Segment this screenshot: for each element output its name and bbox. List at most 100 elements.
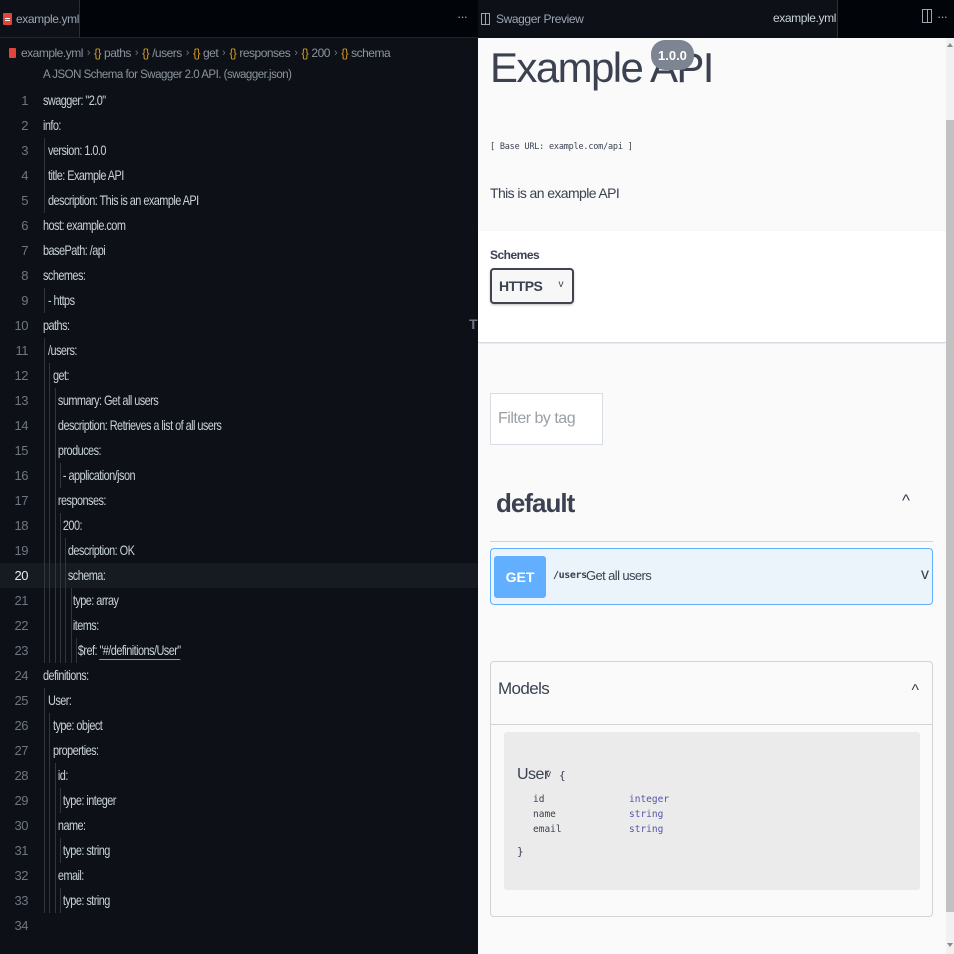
operation-path: /users xyxy=(553,570,587,581)
code-text: type: object xyxy=(43,717,103,733)
code-line[interactable]: 10 paths: xyxy=(0,313,478,338)
code-line[interactable]: 12 get: xyxy=(0,363,478,388)
code-line[interactable]: 27 properties: xyxy=(0,738,478,763)
editor-tab-label: example.yml xyxy=(16,12,79,26)
code-line[interactable]: 29 type: integer xyxy=(0,788,478,813)
editor-tab-bar: example.yml ··· xyxy=(0,0,478,38)
code-line[interactable]: 31 type: string xyxy=(0,838,478,863)
code-line[interactable]: 4 title: Example API xyxy=(0,163,478,188)
code-text: info: xyxy=(43,117,61,133)
code-line[interactable]: 6 host: example.com xyxy=(0,213,478,238)
chevron-up-icon[interactable]: ^ xyxy=(902,491,910,511)
code-line[interactable]: 22 items: xyxy=(0,613,478,638)
model-user: User v { id integer name string email st… xyxy=(504,732,920,890)
code-line[interactable]: 32 email: xyxy=(0,863,478,888)
property-type: string xyxy=(629,824,664,835)
breadcrumb-segment[interactable]: paths xyxy=(104,46,131,60)
code-line[interactable]: 24 definitions: xyxy=(0,663,478,688)
code-text: type: string xyxy=(43,842,110,858)
split-editor-icon[interactable] xyxy=(922,9,932,23)
code-line[interactable]: 34 xyxy=(0,913,478,938)
models-title[interactable]: Models xyxy=(498,679,550,699)
line-number: 18 xyxy=(14,518,29,533)
brace-open: { xyxy=(559,769,566,782)
code-lines[interactable]: 1 swagger: "2.0" 2 info: 3 version: 1.0.0 4 t… xyxy=(0,88,478,938)
code-line[interactable]: 3 version: 1.0.0 xyxy=(0,138,478,163)
preview-tab-file: example.yml xyxy=(773,11,836,25)
model-name[interactable]: User xyxy=(517,766,549,784)
breadcrumb-segment[interactable]: responses xyxy=(239,46,290,60)
code-line[interactable]: 23 $ref: "#/definitions/User" xyxy=(0,638,478,663)
breadcrumb-segment[interactable]: /users xyxy=(152,46,182,60)
code-line[interactable]: 14 description: Retrieves a list of all … xyxy=(0,413,478,438)
code-text: User: xyxy=(43,692,72,708)
preview-scrollbar[interactable] xyxy=(946,38,954,954)
tag-title[interactable]: default xyxy=(496,488,575,519)
code-line[interactable]: 21 type: array xyxy=(0,588,478,613)
property-type: string xyxy=(629,809,664,820)
property-type: integer xyxy=(629,794,670,805)
code-line[interactable]: 1 swagger: "2.0" xyxy=(0,88,478,113)
code-line[interactable]: 20 schema: xyxy=(0,563,478,588)
code-line[interactable]: 5 description: This is an example API xyxy=(0,188,478,213)
schemes-section: Schemes HTTPS v xyxy=(478,231,946,343)
line-number: 27 xyxy=(14,743,29,758)
code-line[interactable]: 13 summary: Get all users xyxy=(0,388,478,413)
breadcrumb-segment[interactable]: get xyxy=(203,46,219,60)
code-line[interactable]: 19 description: OK xyxy=(0,538,478,563)
code-line[interactable]: 7 basePath: /api xyxy=(0,238,478,263)
preview-tab-bar: Swagger Preview example.yml ··· xyxy=(478,0,954,38)
code-line[interactable]: 2 info: xyxy=(0,113,478,138)
breadcrumb-file[interactable]: example.yml xyxy=(21,46,83,60)
code-line[interactable]: 30 name: xyxy=(0,813,478,838)
breadcrumb-separator-icon: › xyxy=(294,47,298,59)
code-line[interactable]: 15 produces: xyxy=(0,438,478,463)
line-number: 2 xyxy=(21,118,28,133)
preview-icon xyxy=(481,13,490,25)
schemes-select[interactable]: HTTPS v xyxy=(490,268,574,304)
preview-tab[interactable]: Swagger Preview example.yml xyxy=(478,0,838,38)
chevron-down-icon[interactable]: v xyxy=(921,566,929,584)
schemes-label: Schemes xyxy=(490,248,540,262)
more-actions-icon[interactable]: ··· xyxy=(937,9,948,24)
object-icon: {} xyxy=(229,46,237,60)
line-number: 33 xyxy=(14,893,29,908)
code-line[interactable]: 8 schemes: xyxy=(0,263,478,288)
code-line[interactable]: 18 200: xyxy=(0,513,478,538)
code-line[interactable]: 33 type: string xyxy=(0,888,478,913)
code-line[interactable]: 11 /users: xyxy=(0,338,478,363)
ref-link[interactable]: "#/definitions/User" xyxy=(99,642,181,660)
code-text: properties: xyxy=(43,742,99,758)
scrollbar-thumb[interactable] xyxy=(946,120,954,912)
chevron-up-icon[interactable]: ^ xyxy=(911,682,919,700)
api-description: This is an example API xyxy=(490,185,620,201)
breadcrumb: example.yml › {} paths › {} /users › {} … xyxy=(9,44,391,62)
scroll-up-arrow-icon[interactable] xyxy=(947,43,953,47)
code-line[interactable]: 16 - application/json xyxy=(0,463,478,488)
line-number: 9 xyxy=(21,293,28,308)
breadcrumb-segment[interactable]: 200 xyxy=(311,46,330,60)
property-name: id xyxy=(533,794,545,805)
schema-hint: A JSON Schema for Swagger 2.0 API. (swag… xyxy=(43,69,292,81)
line-number: 22 xyxy=(14,618,29,633)
line-number: 8 xyxy=(21,268,28,283)
chevron-down-icon[interactable]: v xyxy=(546,769,551,780)
property-name: email xyxy=(533,824,562,835)
code-text: 200: xyxy=(43,517,83,533)
code-text: type: string xyxy=(43,892,110,908)
code-editor[interactable]: example.yml ··· example.yml › {} paths ›… xyxy=(0,0,478,954)
filter-by-tag-input[interactable]: Filter by tag xyxy=(490,393,603,445)
object-icon: {} xyxy=(301,46,309,60)
code-line[interactable]: 9 - https xyxy=(0,288,478,313)
breadcrumb-segment[interactable]: schema xyxy=(351,46,391,60)
code-line[interactable]: 25 User: xyxy=(0,688,478,713)
code-line[interactable]: 28 id: xyxy=(0,763,478,788)
operation-get-users[interactable]: GET /users Get all users v xyxy=(490,548,933,605)
scroll-down-arrow-icon[interactable] xyxy=(947,943,953,947)
models-section: Models ^ User v { id integer name string xyxy=(490,661,933,917)
line-number: 32 xyxy=(14,868,29,883)
editor-tab-example-yml[interactable]: example.yml xyxy=(0,0,80,38)
code-line[interactable]: 26 type: object xyxy=(0,713,478,738)
code-line[interactable]: 17 responses: xyxy=(0,488,478,513)
more-actions-icon[interactable]: ··· xyxy=(457,9,468,24)
